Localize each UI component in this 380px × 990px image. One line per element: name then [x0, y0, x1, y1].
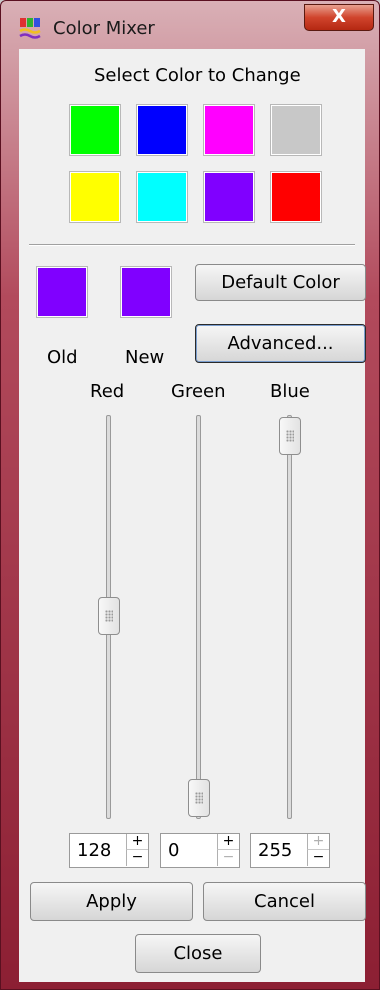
old-color-label: Old: [47, 347, 78, 368]
palette-swatch-4[interactable]: [271, 105, 321, 155]
green-slider-track[interactable]: [196, 415, 201, 819]
grip-icon: [105, 610, 113, 622]
green-slider-thumb[interactable]: [188, 779, 210, 817]
blue-value-input[interactable]: [251, 834, 306, 867]
window-close-button[interactable]: X: [304, 4, 374, 31]
red-value-input[interactable]: [70, 834, 125, 867]
palette-heading: Select Color to Change: [94, 65, 301, 86]
dialog-client-area: Select Color to Change Old New Default C…: [19, 49, 366, 982]
green-decrement-button[interactable]: −: [217, 850, 239, 866]
separator: [29, 244, 355, 246]
cancel-button[interactable]: Cancel: [203, 882, 366, 921]
red-channel-label: Red: [90, 381, 125, 402]
window-title: Color Mixer: [53, 18, 155, 39]
color-mixer-app-icon: [19, 18, 41, 39]
blue-slider-thumb[interactable]: [279, 417, 301, 455]
blue-decrement-button[interactable]: −: [307, 850, 329, 866]
apply-button[interactable]: Apply: [30, 882, 193, 921]
new-color-preview: [121, 267, 171, 317]
palette-swatch-1[interactable]: [70, 105, 120, 155]
palette-swatch-7[interactable]: [204, 172, 254, 222]
old-color-preview: [37, 267, 87, 317]
green-value-input[interactable]: [161, 834, 216, 867]
green-channel-label: Green: [171, 381, 226, 402]
palette-swatch-3[interactable]: [204, 105, 254, 155]
blue-slider-track[interactable]: [287, 415, 292, 819]
grip-icon: [286, 430, 294, 442]
palette-swatch-6[interactable]: [137, 172, 187, 222]
new-color-label: New: [125, 347, 165, 368]
title-bar[interactable]: Color Mixer X: [1, 1, 379, 49]
close-button[interactable]: Close: [135, 934, 261, 973]
blue-channel-label: Blue: [270, 381, 310, 402]
red-slider-thumb[interactable]: [98, 597, 120, 635]
palette-swatch-2[interactable]: [137, 105, 187, 155]
color-mixer-window: Color Mixer X Select Color to Change Old…: [0, 0, 380, 990]
grip-icon: [195, 792, 203, 804]
green-increment-button[interactable]: +: [217, 834, 239, 850]
red-increment-button[interactable]: +: [126, 834, 148, 850]
blue-value-spinbox: + −: [250, 833, 330, 868]
advanced-button[interactable]: Advanced...: [195, 324, 366, 363]
red-value-spinbox: + −: [69, 833, 149, 868]
palette-swatch-5[interactable]: [70, 172, 120, 222]
default-color-button[interactable]: Default Color: [195, 264, 366, 301]
close-icon: X: [332, 6, 346, 27]
green-value-spinbox: + −: [160, 833, 240, 868]
palette-swatch-8[interactable]: [271, 172, 321, 222]
blue-increment-button[interactable]: +: [307, 834, 329, 850]
red-decrement-button[interactable]: −: [126, 850, 148, 866]
